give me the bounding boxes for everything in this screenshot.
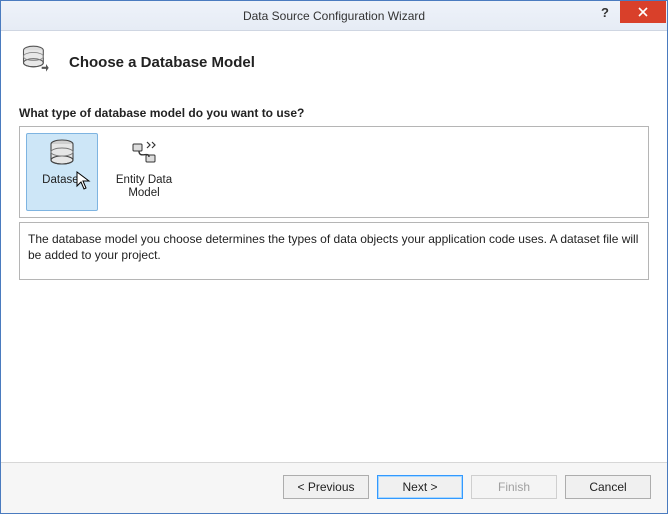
database-icon [48, 137, 76, 171]
model-list: Dataset Entity Data Model [19, 126, 649, 218]
entity-model-icon [129, 137, 159, 171]
help-button[interactable]: ? [590, 1, 620, 23]
close-button[interactable] [620, 1, 666, 23]
titlebar: Data Source Configuration Wizard ? [1, 1, 667, 31]
finish-button[interactable]: Finish [471, 475, 557, 499]
previous-button[interactable]: < Previous [283, 475, 369, 499]
close-icon [638, 5, 648, 20]
next-button[interactable]: Next > [377, 475, 463, 499]
wizard-footer: < Previous Next > Finish Cancel [1, 462, 667, 513]
question-label: What type of database model do you want … [19, 106, 649, 120]
wizard-content: What type of database model do you want … [1, 100, 667, 462]
window-title: Data Source Configuration Wizard [1, 9, 667, 23]
database-wizard-icon [19, 43, 55, 82]
help-icon: ? [601, 5, 609, 20]
cancel-button[interactable]: Cancel [565, 475, 651, 499]
description-box: The database model you choose determines… [19, 222, 649, 280]
wizard-header: Choose a Database Model [1, 31, 667, 100]
model-option-label: Dataset [42, 174, 82, 187]
wizard-title: Choose a Database Model [69, 54, 255, 71]
model-option-dataset[interactable]: Dataset [26, 133, 98, 211]
titlebar-controls: ? [590, 1, 667, 30]
wizard-window: Data Source Configuration Wizard ? Choos… [0, 0, 668, 514]
model-option-label: Entity Data Model [111, 174, 177, 200]
model-option-entity[interactable]: Entity Data Model [108, 133, 180, 211]
